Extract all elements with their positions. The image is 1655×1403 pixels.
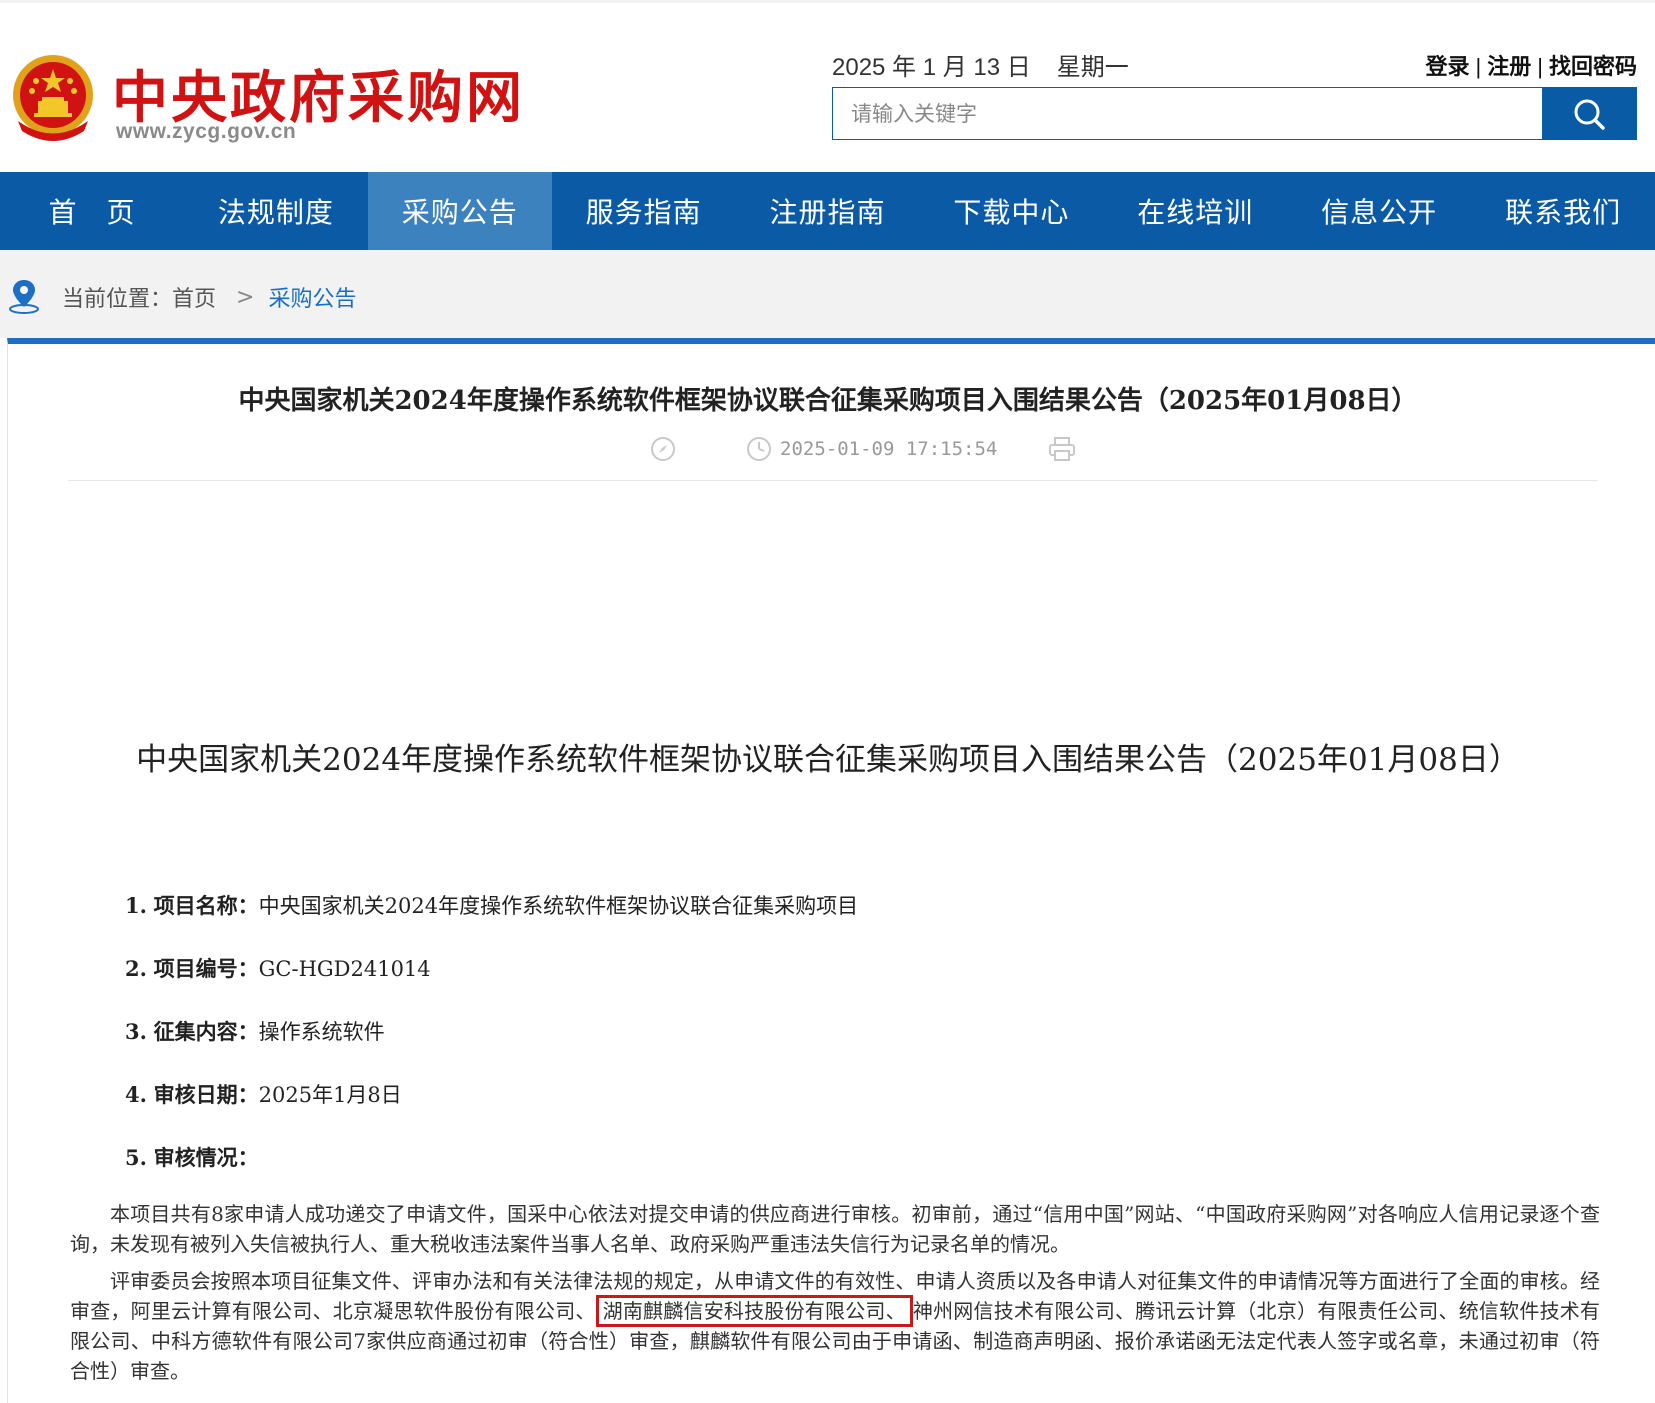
nav-home[interactable]: 首 页 [0,172,184,250]
breadcrumb: 当前位置： 首页 > 采购公告 [62,281,356,313]
current-date: 2025 年 1 月 13 日星期一 [832,47,1155,82]
login-link[interactable]: 登录 [1426,54,1470,79]
search-box [832,87,1637,140]
review-paragraph-2: 评审委员会按照本项目征集文件、评审办法和有关法律法规的规定，从申请文件的有效性、… [70,1266,1600,1386]
main-nav: 首 页 法规制度 采购公告 服务指南 注册指南 下载中心 在线培训 信息公开 联… [0,172,1655,250]
site-header: 中央政府采购网 www.zycg.gov.cn 2025 年 1 月 13 日星… [0,3,1655,173]
search-button[interactable] [1542,88,1636,139]
register-link[interactable]: 注册 [1487,54,1531,79]
article-container: 中央国家机关2024年度操作系统软件框架协议联合征集采购项目入围结果公告（202… [7,338,1655,1403]
title-divider [68,480,1598,481]
review-paragraph-1: 本项目共有8家申请人成功递交了申请文件，国采中心依法对提交申请的供应商进行审核。… [70,1202,1600,1256]
nav-procurement-notices[interactable]: 采购公告 [367,172,552,250]
publish-datetime: 2025-01-09 17:15:54 [780,438,998,460]
nav-registration-guide[interactable]: 注册指南 [736,172,920,250]
info-item-content: 3. 征集内容：操作系统软件 [125,1019,385,1044]
highlighted-company: 湖南麒麟信安科技股份有限公司、 [595,1295,913,1327]
search-input[interactable] [833,88,1542,139]
site-url: www.zycg.gov.cn [116,120,297,143]
breadcrumb-label: 当前位置： [62,287,173,312]
weekday: 星期一 [1056,54,1129,81]
content-title: 中央国家机关2024年度操作系统软件框架协议联合征集采购项目入围结果公告（202… [136,742,1520,778]
nav-service-guide[interactable]: 服务指南 [552,172,736,250]
info-item-project-number: 2. 项目编号：GC-HGD241014 [125,956,431,981]
nav-contact-us[interactable]: 联系我们 [1471,172,1655,250]
nav-download-center[interactable]: 下载中心 [919,172,1103,250]
print-icon[interactable] [1048,436,1076,462]
nav-online-training[interactable]: 在线培训 [1103,172,1287,250]
info-item-review-date: 4. 审核日期：2025年1月8日 [125,1082,402,1107]
nav-regulations[interactable]: 法规制度 [184,172,368,250]
breadcrumb-home[interactable]: 首页 [172,281,216,313]
location-pin-icon [9,280,39,314]
article-meta: 2025-01-09 17:15:54 [8,436,1648,466]
info-item-project-name: 1. 项目名称：中央国家机关2024年度操作系统软件框架协议联合征集采购项目 [125,893,859,918]
nav-information-disclosure[interactable]: 信息公开 [1287,172,1471,250]
auth-links: 登录 | 注册 | 找回密码 [1425,54,1637,79]
recover-password-link[interactable]: 找回密码 [1549,54,1637,79]
breadcrumb-separator: > [236,284,255,310]
article-title: 中央国家机关2024年度操作系统软件框架协议联合征集采购项目入围结果公告（202… [238,386,1418,416]
info-item-review-status: 5. 审核情况： [125,1145,259,1170]
date-value: 2025 年 1 月 13 日 [832,54,1031,81]
national-emblem-icon [13,55,93,141]
compass-icon[interactable] [650,436,676,462]
breadcrumb-current[interactable]: 采购公告 [268,281,356,313]
clock-icon [747,437,771,461]
search-icon [1574,99,1605,130]
